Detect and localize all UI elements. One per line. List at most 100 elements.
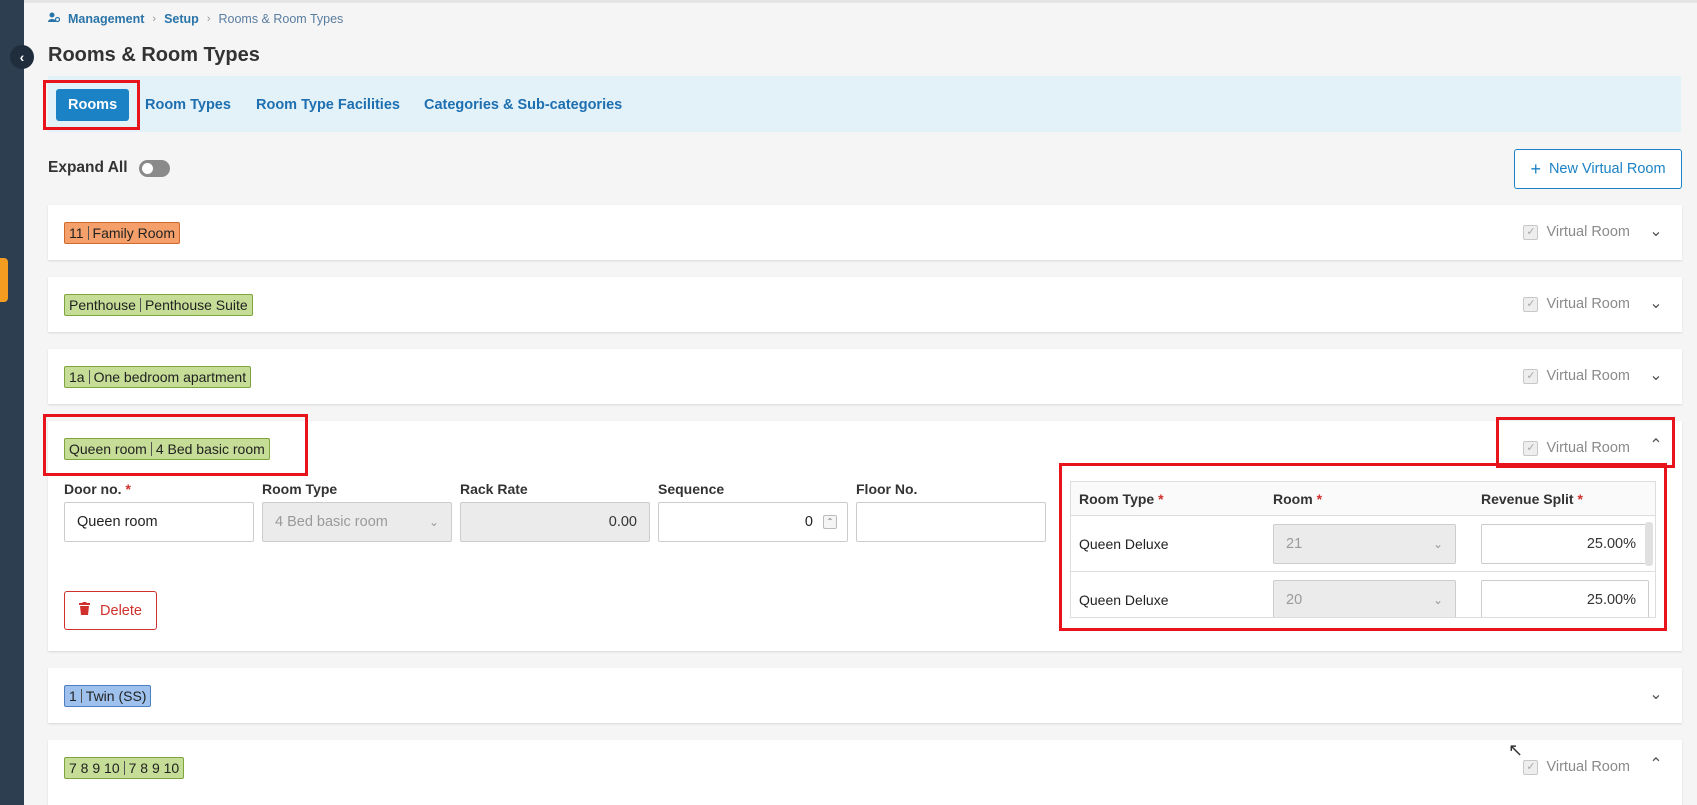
row-room-type: Queen Deluxe [1079,591,1169,608]
room-type-name: Family Room [92,225,176,241]
delete-button[interactable]: Delete [64,591,157,630]
new-virtual-room-label: New Virtual Room [1548,161,1666,177]
room-number: 7 8 9 10 [69,760,120,776]
trash-icon [79,602,91,619]
checkbox-icon: ✓ [1523,224,1539,240]
virtual-room-checkbox[interactable]: ✓ Virtual Room [1523,296,1630,312]
revenue-split-input[interactable]: 25.00% [1481,580,1649,617]
rack-rate-label: Rack Rate [460,481,528,497]
virtual-room-label: Virtual Room [1546,759,1630,775]
chevron-up-icon[interactable]: ⌃ [1648,438,1664,454]
room-card[interactable]: 1 Twin (SS) ⌄ [48,668,1682,723]
new-virtual-room-button[interactable]: + New Virtual Room [1514,149,1682,189]
tab-categories[interactable]: Categories & Sub-categories [424,89,622,121]
header-revenue-split: Revenue Split * [1481,490,1583,507]
tab-room-types[interactable]: Room Types [145,89,231,121]
virtual-room-checkbox[interactable]: ✓ Virtual Room [1523,368,1630,384]
expand-all-toggle[interactable] [139,160,170,177]
room-type-name: Twin (SS) [85,688,147,704]
chevron-left-icon: ‹ [19,49,25,65]
revenue-split-input[interactable]: 25.00% [1481,524,1649,564]
collapse-sidebar-button[interactable]: ‹ [10,45,34,69]
checkbox-icon: ✓ [1523,368,1539,384]
breadcrumb-management[interactable]: Management [68,12,144,26]
checkbox-icon: ✓ [1523,440,1539,456]
room-type-value: 4 Bed basic room [275,514,388,530]
room-badge: 1 Twin (SS) [64,685,152,707]
virtual-room-checkbox[interactable]: ✓ Virtual Room [1523,224,1630,240]
sequence-label: Sequence [658,481,725,497]
room-badge: Queen room 4 Bed basic room [64,438,270,460]
room-card[interactable]: Penthouse Penthouse Suite ✓ Virtual Room ⌄ [48,277,1682,332]
room-type-name: 4 Bed basic room [155,441,265,457]
room-badge: Penthouse Penthouse Suite [64,294,253,316]
room-card-expanded: 7 8 9 10 7 8 9 10 ✓ Virtual Room ⌃ [48,740,1682,805]
chevron-down-icon[interactable]: ⌄ [1648,224,1664,240]
page-title: Rooms & Room Types [48,44,260,66]
header-room-type: Room Type * [1079,490,1164,507]
virtual-room-label: Virtual Room [1546,368,1630,384]
tab-rooms[interactable]: Rooms [56,89,130,121]
room-select[interactable]: 20 ⌄ [1273,580,1456,617]
room-number: 1a [69,369,85,385]
virtual-room-label: Virtual Room [1546,440,1630,456]
breadcrumb-current: Rooms & Room Types [218,12,344,26]
virtual-room-checkbox[interactable]: ✓ Virtual Room [1523,759,1630,775]
room-card[interactable]: 1a One bedroom apartment ✓ Virtual Room ⌄ [48,349,1682,404]
management-icon [48,12,61,26]
chevron-down-icon: ⌄ [428,515,439,529]
door-no-label: Door no. * [64,481,131,497]
table-scrollbar[interactable] [1645,522,1653,566]
floor-no-label: Floor No. [856,481,918,497]
room-value: 21 [1286,536,1303,552]
mouse-cursor-icon: ↖ [1508,740,1524,760]
room-number: 11 [69,225,84,241]
room-number: Penthouse [69,297,136,313]
row-room-type: Queen Deluxe [1079,535,1169,552]
room-type-name: Penthouse Suite [144,297,248,313]
room-type-label: Room Type [262,481,338,497]
checkbox-icon: ✓ [1523,296,1539,312]
chevron-down-icon[interactable]: ⌄ [1648,296,1664,312]
expand-all-label: Expand All [48,159,128,176]
table-header: Room Type * Room * Revenue Split * [1071,482,1655,516]
room-type-name: 7 8 9 10 [128,760,180,776]
room-type-select[interactable]: 4 Bed basic room ⌄ [262,502,452,542]
door-no-input[interactable]: Queen room [64,502,254,542]
table-row: Queen Deluxe 20 ⌄ 25.00% [1071,572,1655,617]
virtual-room-label: Virtual Room [1546,296,1630,312]
breadcrumb-setup[interactable]: Setup [164,12,199,26]
chevron-up-icon[interactable]: ⌃ [1648,757,1664,773]
checkbox-icon: ✓ [1523,759,1539,775]
room-card[interactable]: 11 Family Room ✓ Virtual Room ⌄ [48,205,1682,260]
sequence-value: 0 [804,514,813,530]
virtual-room-checkbox[interactable]: ✓ Virtual Room [1523,440,1630,456]
header-room: Room * [1273,490,1323,507]
tabs-bar: Rooms Room Types Room Type Facilities Ca… [48,76,1681,132]
room-badge: 11 Family Room [64,222,181,244]
delete-label: Delete [100,602,142,619]
room-number: Queen room [69,441,147,457]
plus-icon: + [1530,159,1541,179]
chevron-down-icon[interactable]: ⌄ [1648,368,1664,384]
floor-no-input[interactable] [856,502,1046,542]
stepper-icon[interactable]: ⌃ [823,515,837,529]
tab-room-type-facilities[interactable]: Room Type Facilities [256,89,400,121]
table-row: Queen Deluxe 21 ⌄ 25.00% [1071,516,1655,572]
room-badge: 7 8 9 10 7 8 9 10 [64,757,185,779]
sequence-input[interactable]: 0 ⌃ [658,502,848,542]
chevron-down-icon: ⌄ [1432,593,1443,607]
breadcrumb-separator-icon: › [206,13,211,25]
top-divider [24,0,1697,3]
room-select[interactable]: 21 ⌄ [1273,524,1456,564]
chevron-down-icon: ⌄ [1432,537,1443,551]
chevron-down-icon[interactable]: ⌄ [1648,687,1664,703]
revenue-split-table: Room Type * Room * Revenue Split * Queen… [1070,481,1656,618]
virtual-room-label: Virtual Room [1546,224,1630,240]
breadcrumb-separator-icon: › [152,13,157,25]
sidebar-handle[interactable] [0,258,8,302]
room-value: 20 [1286,592,1303,608]
left-sidebar [0,0,24,805]
rack-rate-input[interactable]: 0.00 [460,502,650,542]
room-type-name: One bedroom apartment [93,369,247,385]
